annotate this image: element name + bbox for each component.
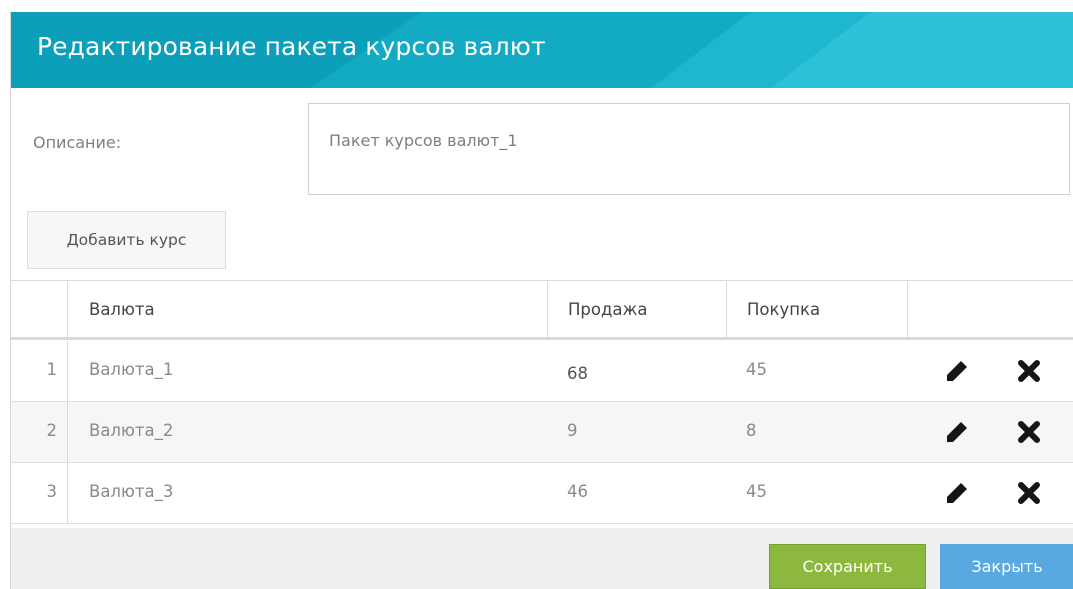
currency-name: Валюта_3 [89, 482, 174, 501]
sell-cell: 68 [547, 341, 726, 401]
buy-value: 45 [746, 360, 767, 379]
currency-cell: Валюта_1 [67, 341, 547, 401]
cross-icon[interactable] [1014, 417, 1044, 447]
sell-value: 46 [567, 482, 588, 501]
description-value: Пакет курсов валют_1 [329, 131, 518, 150]
dialog-footer: Сохранить Закрыть [11, 528, 1073, 589]
description-input[interactable]: Пакет курсов валют_1 [308, 103, 1070, 195]
table-row: 1 Валюта_1 68 45 [11, 341, 1073, 402]
sell-cell: 9 [547, 402, 726, 462]
pencil-icon[interactable] [942, 356, 972, 386]
buy-cell: 45 [726, 463, 907, 523]
buy-value: 8 [746, 421, 757, 440]
currency-name: Валюта_2 [89, 421, 174, 440]
header-actions-cell [907, 281, 1073, 337]
row-index: 3 [46, 482, 58, 501]
pencil-icon[interactable] [942, 417, 972, 447]
dialog-titlebar: Редактирование пакета курсов валют [11, 12, 1073, 88]
row-index: 2 [46, 421, 58, 440]
dialog-title: Редактирование пакета курсов валют [37, 32, 546, 61]
cross-icon[interactable] [1014, 478, 1044, 508]
close-button[interactable]: Закрыть [940, 544, 1073, 589]
currency-name: Валюта_1 [89, 360, 174, 379]
description-label: Описание: [33, 133, 122, 152]
header-index-cell [11, 281, 67, 337]
cross-icon[interactable] [1014, 356, 1044, 386]
pencil-icon[interactable] [942, 478, 972, 508]
buy-cell: 45 [726, 341, 907, 401]
sell-value: 9 [567, 421, 578, 440]
save-button[interactable]: Сохранить [769, 544, 926, 589]
currency-cell: Валюта_2 [67, 402, 547, 462]
header-buy-cell[interactable]: Покупка [726, 281, 907, 337]
table-row: 2 Валюта_2 9 8 [11, 402, 1073, 463]
header-sell: Продажа [568, 300, 648, 319]
header-currency: Валюта [89, 300, 155, 319]
sell-value: 68 [567, 364, 588, 383]
header-currency-cell[interactable]: Валюта [67, 281, 547, 337]
buy-cell: 8 [726, 402, 907, 462]
add-rate-button[interactable]: Добавить курс [27, 211, 226, 269]
header-buy: Покупка [747, 300, 821, 319]
currency-cell: Валюта_3 [67, 463, 547, 523]
sell-cell: 46 [547, 463, 726, 523]
table-row: 3 Валюта_3 46 45 [11, 463, 1073, 524]
edit-currency-package-dialog: Редактирование пакета курсов валют Описа… [10, 12, 1073, 589]
table-header: Валюта Продажа Покупка [11, 280, 1073, 340]
header-sell-cell[interactable]: Продажа [547, 281, 726, 337]
row-index: 1 [46, 360, 58, 379]
buy-value: 45 [746, 482, 767, 501]
